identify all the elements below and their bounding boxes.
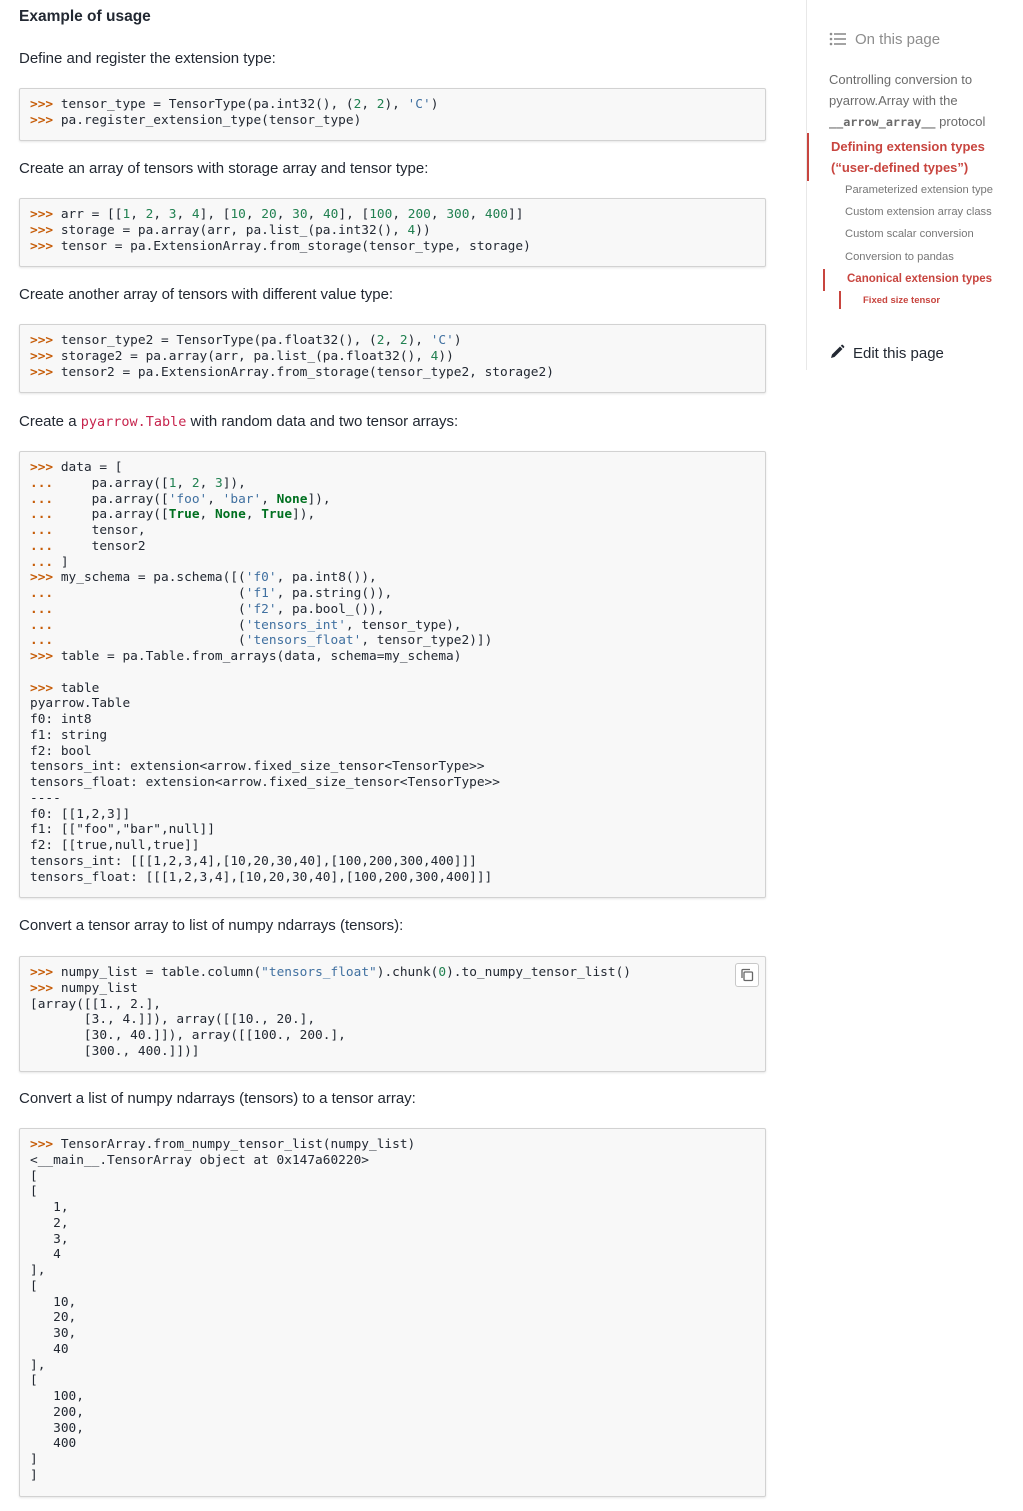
edit-page-link[interactable]: Edit this page — [829, 344, 944, 362]
toc-item-text: Defining extension types — [831, 139, 985, 154]
code-block-table[interactable]: >>> data = [ ... pa.array([1, 2, 3]), ..… — [19, 451, 766, 898]
toc-item-canonical[interactable]: Canonical extension types — [847, 273, 992, 285]
code-block-float[interactable]: >>> tensor_type2 = TensorType(pa.float32… — [19, 324, 766, 393]
paragraph-text: Create a — [19, 413, 81, 430]
code-to-numpy: >>> numpy_list = table.column("tensors_f… — [30, 965, 631, 1059]
edit-page-label: Edit this page — [853, 345, 944, 362]
code-block-to-numpy[interactable]: >>> numpy_list = table.column("tensors_f… — [19, 956, 766, 1072]
paragraph-text: with random data and two tensor arrays: — [186, 413, 459, 430]
toc-item-custom-scalar[interactable]: Custom scalar conversion — [845, 228, 974, 240]
code-block-register[interactable]: >>> tensor_type = TensorType(pa.int32(),… — [19, 88, 766, 141]
code-from-numpy: >>> TensorArray.from_numpy_tensor_list(n… — [30, 1137, 416, 1483]
code-register: >>> tensor_type = TensorType(pa.int32(),… — [30, 97, 439, 128]
toc-item-text: (“user-defined types”) — [831, 160, 969, 175]
paragraph-convert-to-numpy: Convert a tensor array to list of numpy … — [19, 917, 404, 934]
toc-item-fixed-size-tensor[interactable]: Fixed size tensor — [863, 295, 940, 306]
toc-item-custom-array-class[interactable]: Custom extension array class — [845, 206, 992, 218]
toc-header: On this page — [829, 31, 940, 48]
toc-item-pandas[interactable]: Conversion to pandas — [845, 251, 954, 263]
code-block-from-numpy[interactable]: >>> TensorArray.from_numpy_tensor_list(n… — [19, 1128, 766, 1497]
paragraph-create-table: Create a pyarrow.Table with random data … — [19, 413, 458, 430]
right-sidebar: On this page Controlling conversion to p… — [806, 0, 1023, 370]
toc-item-parameterized[interactable]: Parameterized extension type — [845, 184, 993, 196]
pyarrow-table-link[interactable]: pyarrow.Table — [81, 414, 187, 430]
toc-active-bar — [823, 269, 825, 291]
code-block-storage[interactable]: >>> arr = [[1, 2, 3, 4], [10, 20, 30, 40… — [19, 198, 766, 267]
toc-item-text: protocol — [935, 114, 986, 129]
paragraph-create-array: Create an array of tensors with storage … — [19, 160, 429, 177]
code-table: >>> data = [ ... pa.array([1, 2, 3]), ..… — [30, 460, 500, 885]
list-icon — [829, 32, 846, 46]
toc-item-controlling-conversion[interactable]: Controlling conversion to pyarrow.Array … — [829, 69, 985, 133]
paragraph-another-array: Create another array of tensors with dif… — [19, 286, 394, 303]
section-heading: Example of usage — [19, 8, 151, 25]
copy-button[interactable] — [735, 963, 759, 987]
code-float: >>> tensor_type2 = TensorType(pa.float32… — [30, 333, 554, 380]
toc-item-text: Controlling conversion to — [829, 72, 973, 87]
code-storage: >>> arr = [[1, 2, 3, 4], [10, 20, 30, 40… — [30, 207, 531, 254]
paragraph-convert-from-numpy: Convert a list of numpy ndarrays (tensor… — [19, 1090, 416, 1107]
toc-item-text: pyarrow.Array with the — [829, 93, 958, 108]
paragraph-define: Define and register the extension type: — [19, 50, 276, 67]
toc-title: On this page — [855, 31, 941, 48]
toc-item-defining-extension-types[interactable]: Defining extension types (“user-defined … — [831, 136, 985, 178]
toc-active-bar — [839, 291, 841, 309]
toc-item-code: __arrow_array__ — [829, 115, 936, 129]
copy-icon — [741, 968, 754, 982]
toc-active-bar — [807, 133, 809, 181]
pencil-icon — [831, 344, 845, 358]
